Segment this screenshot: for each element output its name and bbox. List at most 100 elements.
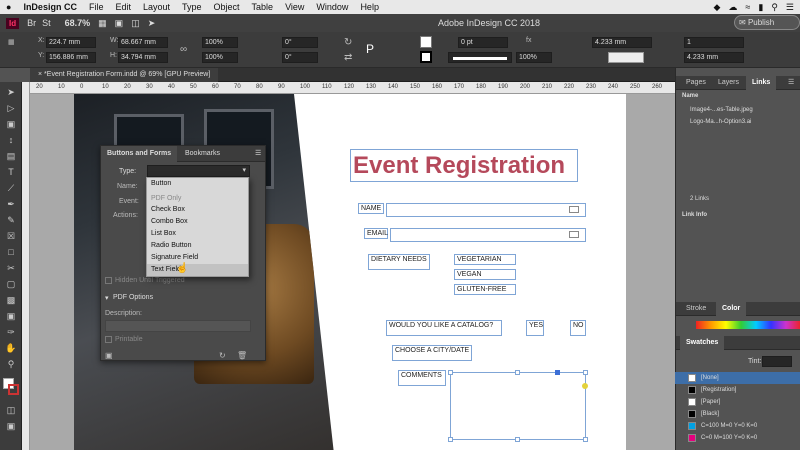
stock-icon[interactable]: St <box>42 18 51 28</box>
panel-menu-icon[interactable]: ☰ <box>249 146 267 162</box>
reference-point-icon[interactable]: ▦ <box>8 38 15 46</box>
page-tool-icon[interactable]: ▣ <box>4 118 18 130</box>
convert-icon[interactable]: ↻ <box>219 351 226 360</box>
swatch-row[interactable]: C=100 M=0 Y=0 K=0 <box>675 420 800 432</box>
selection-container-icon[interactable]: P <box>366 42 374 56</box>
pencil-tool-icon[interactable]: ✎ <box>4 214 18 226</box>
dropdown-item-combo-box[interactable]: Combo Box <box>147 216 248 228</box>
gap-tool-icon[interactable]: ↕ <box>4 134 18 146</box>
search-icon[interactable]: ⚲ <box>771 2 778 13</box>
tab-bookmarks[interactable]: Bookmarks <box>179 146 226 162</box>
gpu-icon[interactable]: ➤ <box>148 18 156 29</box>
fx-icon[interactable]: fx <box>526 37 531 44</box>
option-vegetarian[interactable]: VEGETARIAN <box>454 254 516 265</box>
printable-checkbox[interactable] <box>105 336 112 343</box>
swatch-row[interactable]: [Paper] <box>675 396 800 408</box>
type-tool-icon[interactable]: T <box>4 166 18 178</box>
no-label[interactable]: NO <box>570 320 586 336</box>
dropdown-item-check-box[interactable]: Check Box <box>147 204 248 216</box>
wifi-icon[interactable]: ≈ <box>745 2 750 12</box>
menu-table[interactable]: Table <box>246 2 280 12</box>
menu-layout[interactable]: Layout <box>137 2 176 12</box>
email-label[interactable]: EMAIL <box>364 228 388 239</box>
rectangle-frame-tool-icon[interactable]: ☒ <box>4 230 18 242</box>
note-tool-icon[interactable]: ▣ <box>4 310 18 322</box>
hand-tool-icon[interactable]: ✋ <box>4 342 18 354</box>
normal-mode-icon[interactable]: ▣ <box>4 420 18 432</box>
vertical-ruler[interactable] <box>22 82 30 450</box>
menu-list-icon[interactable]: ☰ <box>786 2 794 13</box>
swatch-row[interactable]: [Registration] <box>675 384 800 396</box>
description-field[interactable] <box>105 320 251 332</box>
menu-file[interactable]: File <box>83 2 110 12</box>
name-label[interactable]: NAME <box>358 203 384 214</box>
city-date-label[interactable]: CHOOSE A CITY/DATE <box>392 345 472 361</box>
name-field[interactable] <box>386 203 586 217</box>
panel-menu-icon[interactable]: ☰ <box>782 76 800 90</box>
swatch-row[interactable]: [None] <box>675 372 800 384</box>
shear-field[interactable]: 0° <box>282 52 318 63</box>
selection-tool-icon[interactable]: ➤ <box>4 86 18 98</box>
publish-online-button[interactable]: ✉ Publish Online <box>734 15 800 40</box>
comments-text-field[interactable] <box>448 370 588 442</box>
horizontal-ruler[interactable]: 20 10 0 10 20 30 40 50 60 70 80 90 100 110 120 130 140 15… <box>30 82 675 94</box>
h-field[interactable]: 34.794 mm <box>118 52 168 63</box>
tab-links[interactable]: Links <box>746 76 777 90</box>
dietary-needs-label[interactable]: DIETARY NEEDS <box>368 254 430 270</box>
gradient-tool-icon[interactable]: ▩ <box>4 294 18 306</box>
tab-buttons-and-forms[interactable]: Buttons and Forms <box>101 146 178 162</box>
battery-icon[interactable]: ▮ <box>758 2 763 13</box>
dropdown-item-list-box[interactable]: List Box <box>147 228 248 240</box>
menu-object[interactable]: Object <box>208 2 246 12</box>
dropbox-icon[interactable]: ◆ <box>714 2 721 13</box>
dropdown-item-text-field[interactable]: Text Field <box>147 264 248 276</box>
option-gluten-free[interactable]: GLUTEN-FREE <box>454 284 516 295</box>
stroke-color-icon[interactable] <box>8 384 19 395</box>
stroke-weight-field[interactable]: 0 pt <box>458 37 508 48</box>
swatch-row[interactable]: [Black] <box>675 408 800 420</box>
tab-color[interactable]: Color <box>716 302 747 316</box>
menu-edit[interactable]: Edit <box>109 2 137 12</box>
y-field[interactable]: 156.886 mm <box>46 52 96 63</box>
rotate-icon[interactable]: ↻ <box>344 37 352 48</box>
rectangle-tool-icon[interactable]: □ <box>4 246 18 258</box>
link-item-image[interactable]: Image4-...es-Table.jpeg <box>676 104 800 116</box>
tab-stroke[interactable]: Stroke <box>680 302 712 316</box>
dropdown-item-button[interactable]: Button <box>147 178 248 190</box>
stroke-type-select[interactable] <box>448 52 512 63</box>
x-field[interactable]: 224.7 mm <box>46 37 96 48</box>
tab-pages[interactable]: Pages <box>680 76 712 90</box>
yes-label[interactable]: YES <box>526 320 544 336</box>
hidden-until-triggered-checkbox[interactable] <box>105 277 112 284</box>
content-collector-icon[interactable]: ▤ <box>4 150 18 162</box>
type-select[interactable]: ▾ <box>147 165 250 177</box>
menu-help[interactable]: Help <box>354 2 385 12</box>
swatch-row[interactable]: C=0 M=100 Y=0 K=0 <box>675 432 800 444</box>
rotate-field[interactable]: 0° <box>282 37 318 48</box>
zoom-level[interactable]: 68.7% <box>65 18 91 28</box>
link-item-logo[interactable]: Logo-Ma...h-Option3.ai <box>676 116 800 128</box>
document-tab[interactable]: × *Event Registration Form.indd @ 69% [G… <box>30 68 219 82</box>
trash-icon[interactable]: 🗑 <box>237 351 247 360</box>
tint-field[interactable] <box>762 356 792 367</box>
menu-view[interactable]: View <box>279 2 310 12</box>
bridge-icon[interactable]: Br <box>27 18 36 28</box>
cloud-icon[interactable]: ☁ <box>728 2 737 13</box>
scale-x-field[interactable]: 100% <box>202 37 238 48</box>
tab-swatches[interactable]: Swatches <box>680 336 725 350</box>
w-field[interactable]: 68.667 mm <box>118 37 168 48</box>
view-options-icon[interactable]: ▦ <box>98 18 107 29</box>
pen-tool-icon[interactable]: ✒ <box>4 198 18 210</box>
dropdown-item-signature-field[interactable]: Signature Field <box>147 252 248 264</box>
opacity-field[interactable]: 100% <box>516 52 552 63</box>
close-tab-icon[interactable]: × <box>38 71 42 78</box>
option-vegan[interactable]: VEGAN <box>454 269 516 280</box>
email-field[interactable] <box>390 228 586 242</box>
link-info-heading[interactable]: Link Info <box>676 209 800 221</box>
constrain-proportions-icon[interactable]: ∞ <box>180 44 187 55</box>
anchor-handle-icon[interactable] <box>555 370 560 375</box>
menu-window[interactable]: Window <box>310 2 354 12</box>
color-spectrum-bar[interactable] <box>696 321 800 329</box>
columns-field[interactable]: 1 <box>684 37 744 48</box>
eyedropper-tool-icon[interactable]: ✑ <box>4 326 18 338</box>
